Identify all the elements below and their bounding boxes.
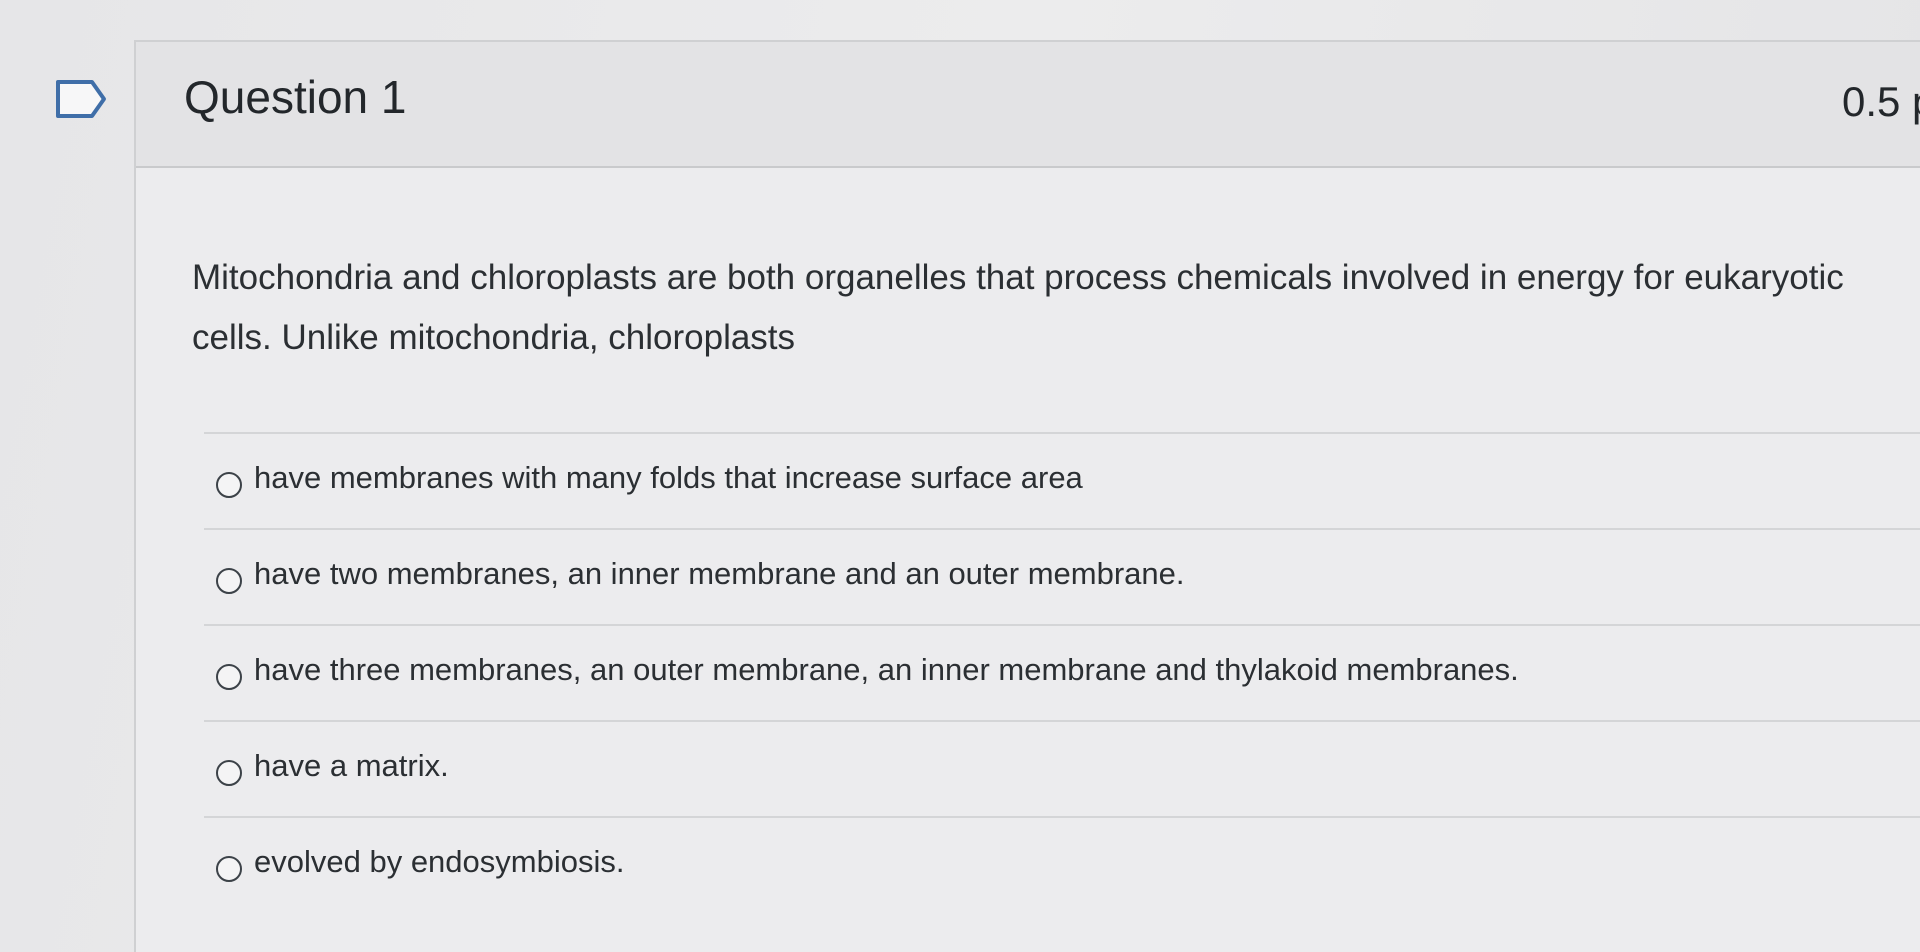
answer-list: have membranes with many folds that incr… [204,432,1920,912]
answer-label: evolved by endosymbiosis. [254,844,625,879]
answer-option-1[interactable]: have membranes with many folds that incr… [204,432,1920,528]
answer-option-5[interactable]: evolved by endosymbiosis. [204,816,1920,912]
flag-question-button[interactable] [54,78,110,120]
answer-label: have three membranes, an outer membrane,… [254,652,1519,687]
radio-button[interactable] [216,856,242,882]
question-body: Mitochondria and chloroplasts are both o… [136,168,1920,952]
radio-button[interactable] [216,664,242,690]
answer-label: have a matrix. [254,748,449,783]
radio-button[interactable] [216,760,242,786]
flag-outline-icon [56,80,106,118]
radio-button[interactable] [216,472,242,498]
answer-option-2[interactable]: have two membranes, an inner membrane an… [204,528,1920,624]
question-text: Mitochondria and chloroplasts are both o… [192,258,1844,357]
answer-option-3[interactable]: have three membranes, an outer membrane,… [204,624,1920,720]
answer-label: have membranes with many folds that incr… [254,460,1083,495]
radio-button[interactable] [216,568,242,594]
question-header: Question 1 0.5 p [136,42,1920,168]
answer-label: have two membranes, an inner membrane an… [254,556,1185,591]
question-points: 0.5 p [1842,78,1920,125]
question-card: Question 1 0.5 p Mitochondria and chloro… [134,40,1920,952]
question-title: Question 1 [184,71,407,123]
answer-option-4[interactable]: have a matrix. [204,720,1920,816]
quiz-page: Question 1 0.5 p Mitochondria and chloro… [0,0,1920,952]
